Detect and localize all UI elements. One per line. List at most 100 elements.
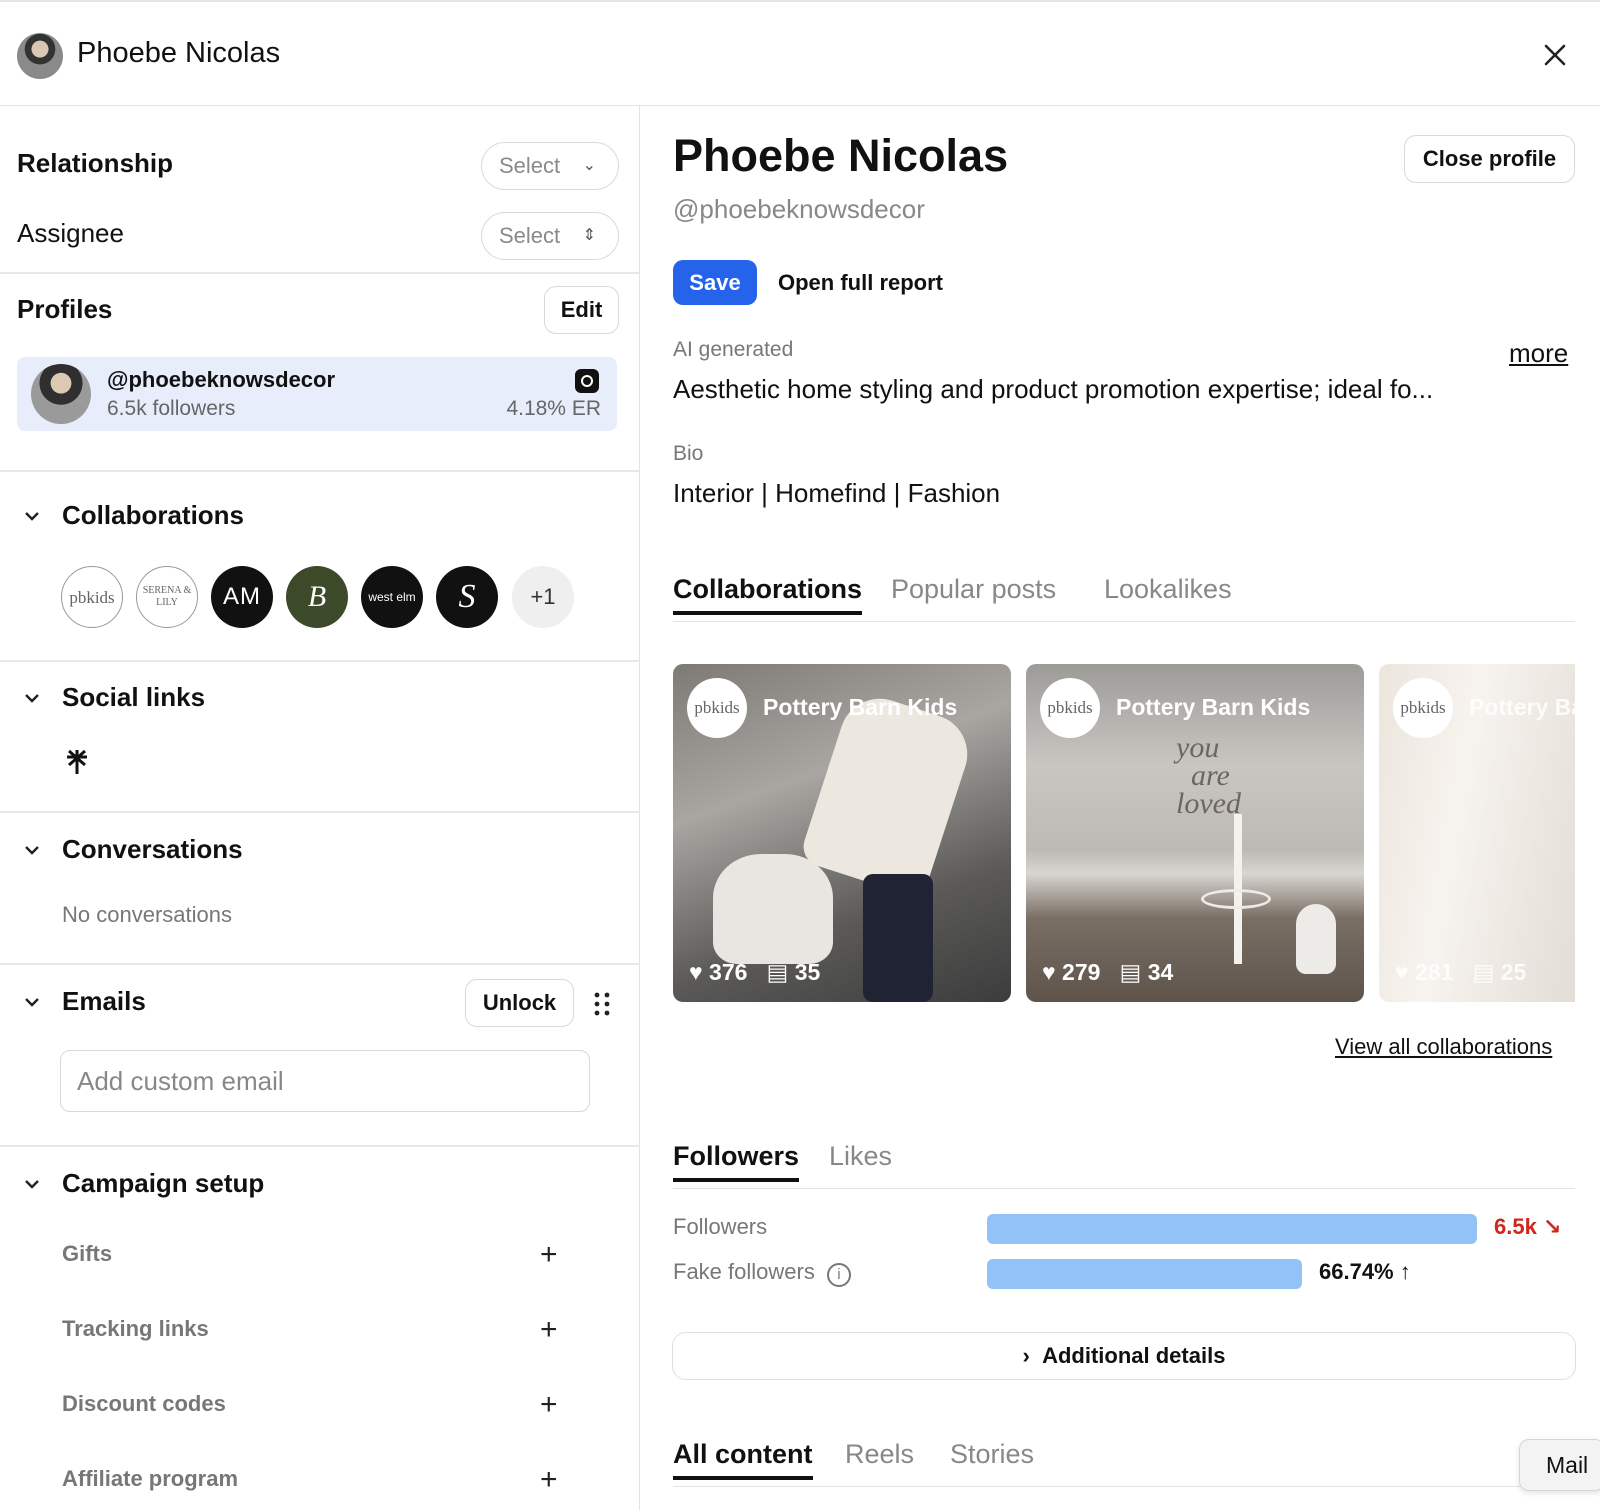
no-conversations-text: No conversations (62, 902, 232, 927)
tab-stories[interactable]: Stories (950, 1439, 1034, 1470)
divider (0, 660, 640, 662)
heart-icon: ♥ (689, 959, 703, 985)
post-brand-name: Pottery Barn Kids (763, 694, 958, 720)
profiles-title: Profiles (17, 294, 113, 324)
tab-popular-posts[interactable]: Popular posts (891, 574, 1056, 605)
right-panel: Phoebe Nicolas @phoebeknowsdecor Close p… (641, 106, 1600, 1510)
comment-icon: ▤ (1119, 959, 1142, 985)
collaboration-post[interactable]: pbkids Pottery Ba ♥ 281 ▤ 25 (1379, 664, 1575, 1002)
brand-logo-pbkids[interactable]: pbkids (61, 566, 123, 628)
brand-logo-b[interactable]: B (286, 566, 348, 628)
likes-count: 281 (1415, 959, 1454, 985)
close-profile-button[interactable]: Close profile (1404, 135, 1575, 183)
profile-handle: @phoebeknowsdecor (673, 194, 925, 224)
post-brand-name: Pottery Barn Kids (1116, 694, 1311, 720)
more-collaborations-badge[interactable]: +1 (512, 566, 574, 628)
ai-generated-label: AI generated (673, 338, 794, 361)
comment-icon: ▤ (1472, 959, 1495, 985)
left-panel: Relationship Select ⌄ Assignee Select ⇕ … (0, 106, 640, 1510)
profile-er: 4.18% ER (506, 397, 601, 420)
assignee-select-value: Select (499, 223, 561, 248)
post-stats: ♥ 279 ▤ 34 (1042, 959, 1173, 986)
add-gift-icon[interactable]: + (540, 1240, 558, 1270)
comment-icon: ▤ (766, 959, 789, 985)
followers-value-text: 6.5k (1494, 1214, 1537, 1239)
post-stats: ♥ 376 ▤ 35 (689, 959, 820, 986)
view-all-collaborations-link[interactable]: View all collaborations (1335, 1034, 1552, 1060)
tab-followers[interactable]: Followers (673, 1141, 800, 1182)
chevron-down-icon: ⌄ (582, 157, 596, 174)
mail-tooltip: Mail (1519, 1439, 1600, 1491)
brand-logo-serena-lily[interactable]: SERENA & LILY (136, 566, 198, 628)
fake-followers-label: Fake followers (673, 1259, 815, 1284)
campaign-item-gifts: Gifts (62, 1241, 113, 1266)
drag-handle-icon[interactable] (592, 990, 612, 1018)
top-bar: Phoebe Nicolas (0, 0, 1600, 106)
relationship-select[interactable]: Select ⌄ (481, 142, 619, 190)
close-icon[interactable] (1538, 38, 1572, 72)
social-links-title: Social links (62, 682, 206, 712)
brand-logo-am[interactable]: AM (211, 566, 273, 628)
collaboration-post[interactable]: pbkids Pottery Barn Kids ♥ 376 ▤ 35 (673, 664, 1011, 1002)
assignee-select[interactable]: Select ⇕ (481, 212, 619, 260)
metric-label: Fake followers i (673, 1259, 851, 1287)
header-name: Phoebe Nicolas (77, 37, 281, 69)
post-image-jeans (863, 874, 933, 1002)
brand-logo: pbkids (687, 678, 747, 738)
likes-count: 376 (709, 959, 748, 985)
chevron-down-icon[interactable] (22, 840, 42, 860)
bio-text: Interior | Homefind | Fashion (673, 478, 1001, 508)
chevron-down-icon[interactable] (22, 1174, 42, 1194)
profile-card[interactable]: @phoebeknowsdecor 6.5k followers 4.18% E… (17, 357, 617, 431)
brand-logo-s[interactable]: S (436, 566, 498, 628)
chevron-down-icon[interactable] (22, 688, 42, 708)
heart-icon: ♥ (1395, 959, 1409, 985)
brand-logo: pbkids (1040, 678, 1100, 738)
comments-count: 34 (1147, 959, 1174, 985)
add-tracking-link-icon[interactable]: + (540, 1315, 558, 1345)
brand-logo: pbkids (1393, 678, 1453, 738)
fake-followers-value: 66.74% ↑ (1319, 1259, 1411, 1285)
chevron-right-icon: › (1022, 1343, 1030, 1368)
post-image-toy (1296, 904, 1336, 974)
open-full-report-link[interactable]: Open full report (778, 270, 943, 296)
save-button[interactable]: Save (673, 260, 757, 305)
unlock-button[interactable]: Unlock (465, 979, 574, 1027)
additional-details-button[interactable]: › Additional details (672, 1332, 1576, 1380)
avatar (17, 33, 63, 79)
tab-likes[interactable]: Likes (829, 1141, 892, 1172)
relationship-label: Relationship (17, 148, 174, 178)
add-discount-code-icon[interactable]: + (540, 1390, 558, 1420)
tab-lookalikes[interactable]: Lookalikes (1104, 574, 1232, 605)
edit-profiles-button[interactable]: Edit (544, 286, 619, 334)
add-affiliate-program-icon[interactable]: + (540, 1465, 558, 1495)
campaign-item-affiliate-program: Affiliate program (62, 1466, 239, 1491)
fake-followers-value-text: 66.74% (1319, 1259, 1394, 1284)
divider (0, 963, 640, 965)
divider (0, 1145, 640, 1147)
chevron-down-icon[interactable] (22, 992, 42, 1012)
content-tabs: Collaborations Popular posts Lookalikes (673, 574, 1575, 622)
post-image-pillow (713, 854, 833, 964)
campaign-item-discount-codes: Discount codes (62, 1391, 226, 1416)
divider (0, 470, 640, 472)
linktree-icon[interactable] (64, 748, 90, 776)
campaign-item-tracking-links: Tracking links (62, 1316, 209, 1341)
more-link[interactable]: more (1509, 338, 1568, 369)
info-icon[interactable]: i (826, 1263, 851, 1287)
chevron-down-icon[interactable] (22, 506, 42, 526)
relationship-select-value: Select (499, 153, 561, 178)
up-down-chevron-icon: ⇕ (582, 227, 596, 244)
comments-count: 35 (794, 959, 821, 985)
brand-logo-west-elm[interactable]: west elm (361, 566, 423, 628)
tab-collaborations[interactable]: Collaborations (673, 574, 863, 615)
trend-up-icon: ↑ (1399, 1259, 1411, 1284)
tab-all-content[interactable]: All content (673, 1439, 813, 1480)
bio-label: Bio (673, 442, 704, 465)
post-image-mobile-ring (1201, 889, 1271, 909)
divider (0, 811, 640, 813)
tab-reels[interactable]: Reels (845, 1439, 914, 1470)
audience-tabs: Followers Likes (673, 1141, 1575, 1189)
collaboration-post[interactable]: you are loved pbkids Pottery Barn Kids ♥ … (1026, 664, 1364, 1002)
custom-email-input[interactable] (60, 1050, 590, 1112)
